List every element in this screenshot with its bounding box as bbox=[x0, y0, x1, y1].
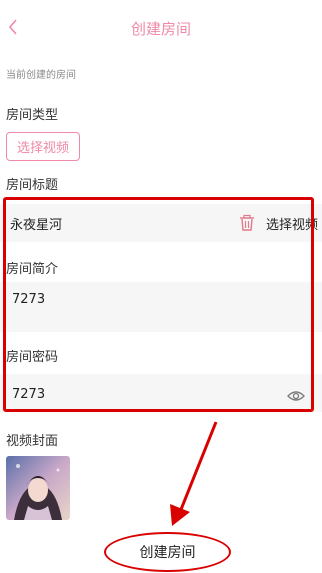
page-title: 创建房间 bbox=[130, 20, 191, 38]
annotation-ellipse bbox=[104, 532, 231, 572]
select-video-type-button[interactable]: 选择视频 bbox=[6, 132, 80, 161]
room-title-label: 房间标题 bbox=[6, 178, 59, 193]
current-room-label: 当前创建的房间 bbox=[6, 70, 76, 81]
room-type-label: 房间类型 bbox=[6, 108, 59, 123]
video-cover-image[interactable] bbox=[6, 456, 70, 520]
annotation-arrow bbox=[170, 421, 218, 526]
video-cover-label: 视频封面 bbox=[6, 434, 59, 449]
annotation-highlight-box bbox=[3, 197, 314, 412]
